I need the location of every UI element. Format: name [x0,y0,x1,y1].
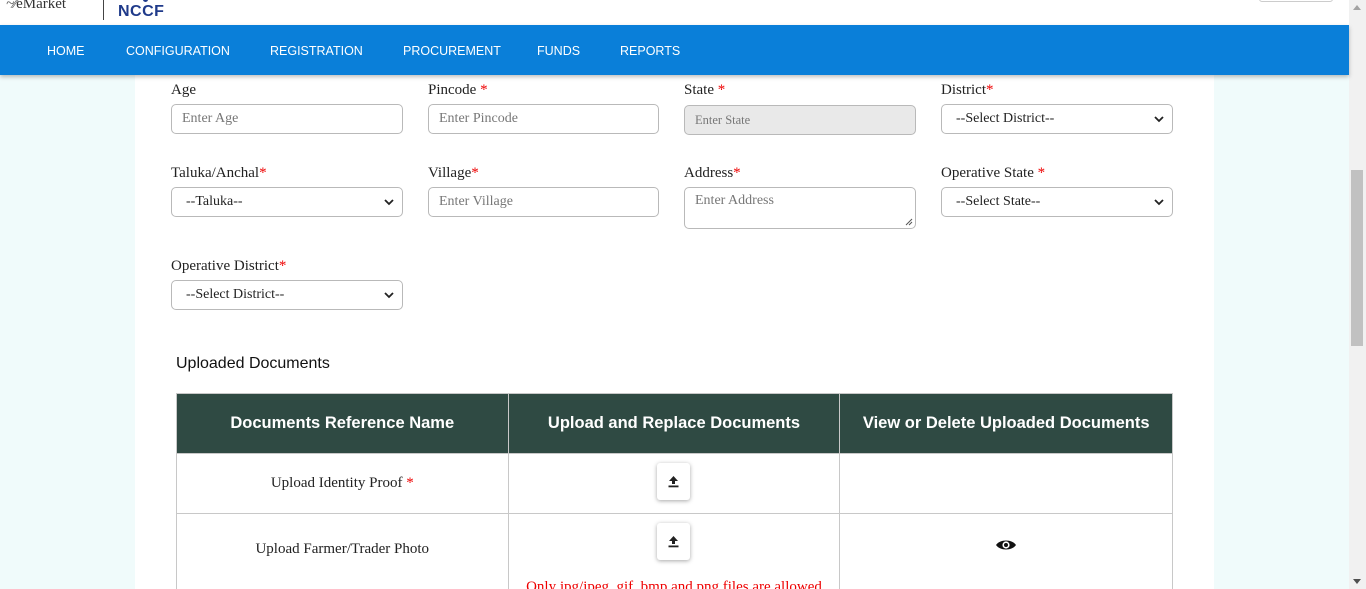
required-marker: * [480,82,488,98]
table-row: Upload Identity Proof * [176,453,1173,514]
pincode-input[interactable]: Enter Pincode [428,104,659,134]
file-type-warning: Only jpg/jpeg, gif, bmp and png files ar… [526,579,822,589]
required-marker: * [1037,165,1046,181]
operative-state-select-value: --Select State-- [956,194,1041,209]
chevron-down-icon [1154,199,1164,206]
upload-cell: Only jpg/jpeg, gif, bmp and png files ar… [507,513,841,589]
age-input[interactable]: Enter Age [171,104,403,134]
document-name: Upload Farmer/Trader Photo [255,541,430,557]
chevron-down-icon [384,199,394,206]
nccf-logo[interactable]: NCCF [118,3,164,21]
column-header: Documents Reference Name [176,393,509,454]
pincode-label: Pincode * [428,82,488,98]
village-label: Village* [428,165,479,181]
operative-state-select[interactable]: --Select State-- [941,187,1173,217]
upload-icon [668,475,679,487]
required-marker: * [259,165,267,181]
eye-icon[interactable] [995,538,1017,552]
operative-district-select-value: --Select District-- [186,287,285,302]
district-label: District* [941,82,994,98]
vertical-scrollbar[interactable] [1349,0,1366,589]
age-label: Age [171,82,196,98]
required-marker: * [278,258,287,274]
state-label: State * [684,82,726,98]
taluka-label: Taluka/Anchal* [171,165,267,181]
village-input[interactable]: Enter Village [428,187,659,217]
state-input: Enter State [684,105,916,135]
address-placeholder: Enter Address [695,193,774,208]
operative-state-label: Operative State * [941,165,1046,181]
main-navbar: HOME CONFIGURATION REGISTRATION PROCUREM… [0,25,1349,75]
resize-handle-icon[interactable] [905,218,913,226]
column-header: Upload and Replace Documents [507,393,841,454]
required-marker: * [471,165,479,181]
table-row: Upload Farmer/Trader Photo Only jpg/jpeg… [176,513,1173,589]
view-delete-cell [839,513,1173,589]
nav-registration[interactable]: REGISTRATION [270,25,363,75]
required-marker: * [733,165,741,181]
document-name-cell: Upload Farmer/Trader Photo [176,513,509,589]
document-name: Upload Identity Proof [270,475,403,491]
view-delete-cell [839,453,1173,514]
document-name-cell: Upload Identity Proof * [176,453,509,514]
nav-funds[interactable]: FUNDS [537,25,580,75]
required-marker: * [717,82,726,98]
upload-photo-button[interactable] [657,523,691,560]
scrollbar-thumb[interactable] [1351,170,1363,346]
nav-home[interactable]: HOME [47,25,85,75]
scroll-up-icon[interactable] [1353,5,1361,10]
nav-procurement[interactable]: PROCUREMENT [403,25,501,75]
operative-district-label: Operative District* [171,258,287,274]
nccf-logo-dot [143,0,148,2]
emarket-logo[interactable]: ~∕∕eMarket [6,0,66,13]
scroll-down-icon[interactable] [1353,579,1361,584]
uploaded-documents-title: Uploaded Documents [176,355,330,372]
documents-table: Documents Reference Name Upload and Repl… [176,393,1173,589]
required-marker: * [986,82,994,98]
upload-icon [668,536,679,548]
taluka-select[interactable]: --Taluka-- [171,187,403,217]
top-header: ~∕∕eMarket NCCF [0,0,1349,25]
chevron-down-icon [384,292,394,299]
logo-divider [103,0,104,20]
address-textarea[interactable]: Enter Address [684,187,916,229]
upload-cell [507,453,841,514]
taluka-select-value: --Taluka-- [186,194,243,209]
address-label: Address* [684,165,741,181]
chevron-down-icon [1154,116,1164,123]
required-marker: * [406,475,414,491]
district-select[interactable]: --Select District-- [941,104,1173,134]
upload-identity-proof-button[interactable] [657,462,691,500]
district-select-value: --Select District-- [956,111,1055,126]
operative-district-select[interactable]: --Select District-- [171,280,403,310]
column-header: View or Delete Uploaded Documents [839,393,1173,454]
nav-reports[interactable]: REPORTS [620,25,680,75]
nav-configuration[interactable]: CONFIGURATION [126,25,230,75]
user-menu-button[interactable] [1259,0,1333,2]
